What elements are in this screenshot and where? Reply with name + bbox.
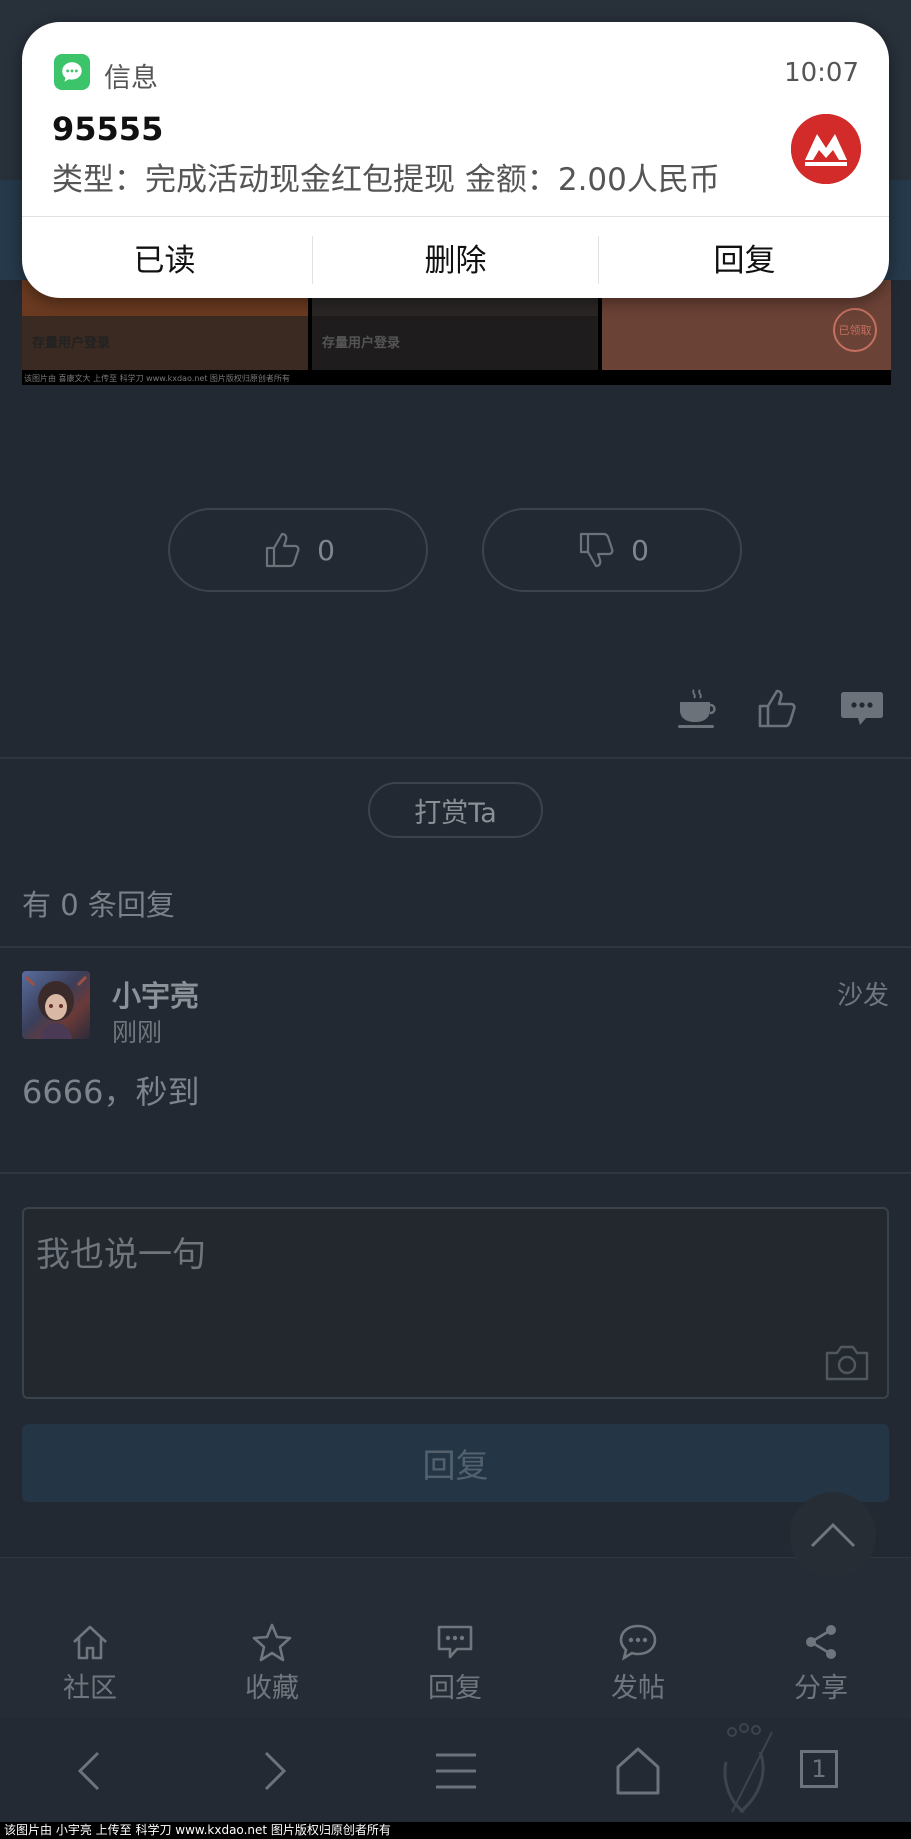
reply-content: 6666，秒到 (22, 1073, 200, 1111)
scroll-to-top-button[interactable] (790, 1492, 876, 1578)
nav-new-post[interactable]: 发帖 (578, 1622, 698, 1705)
downvote-button[interactable]: 0 (482, 508, 742, 592)
claimed-badge: 已领取 (833, 308, 877, 352)
divider (0, 946, 911, 948)
image-watermark: 该图片由 喜康文大 上传至 科学刀 www.kxdao.net 图片版权归原创者… (24, 374, 290, 383)
reward-button[interactable]: 打赏Ta (368, 782, 543, 838)
menu-icon[interactable] (426, 1745, 486, 1797)
thumbs-down-icon (579, 532, 614, 568)
footprint-watermark-icon (723, 1723, 773, 1814)
reply-input-placeholder: 我也说一句 (36, 1235, 206, 1275)
tile-caption: 存量用户登录 (32, 336, 111, 351)
sms-notification[interactable]: 信息 10:07 95555 类型：完成活动现金红包提现 金额：2.00人民币 … (22, 22, 889, 298)
nav-favorites[interactable]: 收藏 (212, 1622, 332, 1705)
action-divider (598, 236, 599, 284)
upvote-count: 0 (317, 533, 335, 567)
user-avatar-image (24, 975, 88, 1039)
nav-label: 回复 (428, 1673, 482, 1704)
message-icon (437, 1625, 473, 1659)
reply-submit-button[interactable]: 回复 (22, 1424, 889, 1502)
chat-round-icon (619, 1624, 657, 1661)
like-button[interactable] (754, 684, 802, 736)
notification-app-name: 信息 (104, 63, 158, 94)
coffee-button[interactable] (674, 684, 722, 736)
share-icon (806, 1625, 836, 1659)
thumbs-up-icon (758, 689, 796, 728)
forward-arrow-icon[interactable] (244, 1745, 304, 1797)
avatar[interactable] (22, 971, 90, 1039)
coffee-cup-icon (678, 689, 716, 728)
mark-read-button[interactable]: 已读 (22, 216, 307, 298)
camera-icon[interactable] (823, 1341, 871, 1383)
footer-watermark: 该图片由 小宇亮 上传至 科学刀 www.kxdao.net 图片版权归原创者所… (0, 1822, 911, 1839)
notification-body: 类型：完成活动现金红包提现 金额：2.00人民币 (52, 162, 720, 198)
notification-time: 10:07 (784, 58, 859, 88)
chevron-up-icon (810, 1522, 856, 1548)
messages-app-icon (54, 54, 90, 90)
back-arrow-icon[interactable] (60, 1745, 120, 1797)
home-icon[interactable] (608, 1745, 668, 1797)
delete-button[interactable]: 删除 (313, 216, 598, 298)
reply-username[interactable]: 小宇亮 (112, 973, 199, 1015)
tile-caption: 存量用户登录 (322, 336, 401, 351)
reply-count: 有 0 条回复 (22, 888, 175, 922)
notification-sender: 95555 (52, 110, 164, 148)
nav-label: 发帖 (611, 1673, 665, 1704)
nav-community[interactable]: 社区 (30, 1622, 150, 1705)
thumbs-up-icon (265, 532, 300, 568)
nav-label: 社区 (63, 1673, 117, 1704)
upvote-button[interactable]: 0 (168, 508, 428, 592)
reply-button[interactable]: 回复 (602, 216, 887, 298)
comment-button[interactable] (838, 684, 886, 736)
reply-time: 刚刚 (112, 1018, 163, 1047)
nav-label: 收藏 (245, 1673, 299, 1704)
reply-floor-label: 沙发 (836, 981, 889, 1011)
reply-input[interactable]: 我也说一句 (22, 1207, 889, 1399)
home-icon (73, 1625, 107, 1660)
divider (0, 757, 911, 759)
downvote-count: 0 (631, 533, 649, 567)
bank-logo-icon (791, 114, 861, 184)
nav-reply[interactable]: 回复 (395, 1622, 515, 1705)
nav-label: 分享 (794, 1673, 848, 1704)
divider (0, 1172, 911, 1174)
tab-count-button[interactable]: 1 (800, 1750, 838, 1788)
chat-bubble-icon (841, 692, 883, 725)
nav-share[interactable]: 分享 (761, 1622, 881, 1705)
star-icon (252, 1623, 292, 1662)
